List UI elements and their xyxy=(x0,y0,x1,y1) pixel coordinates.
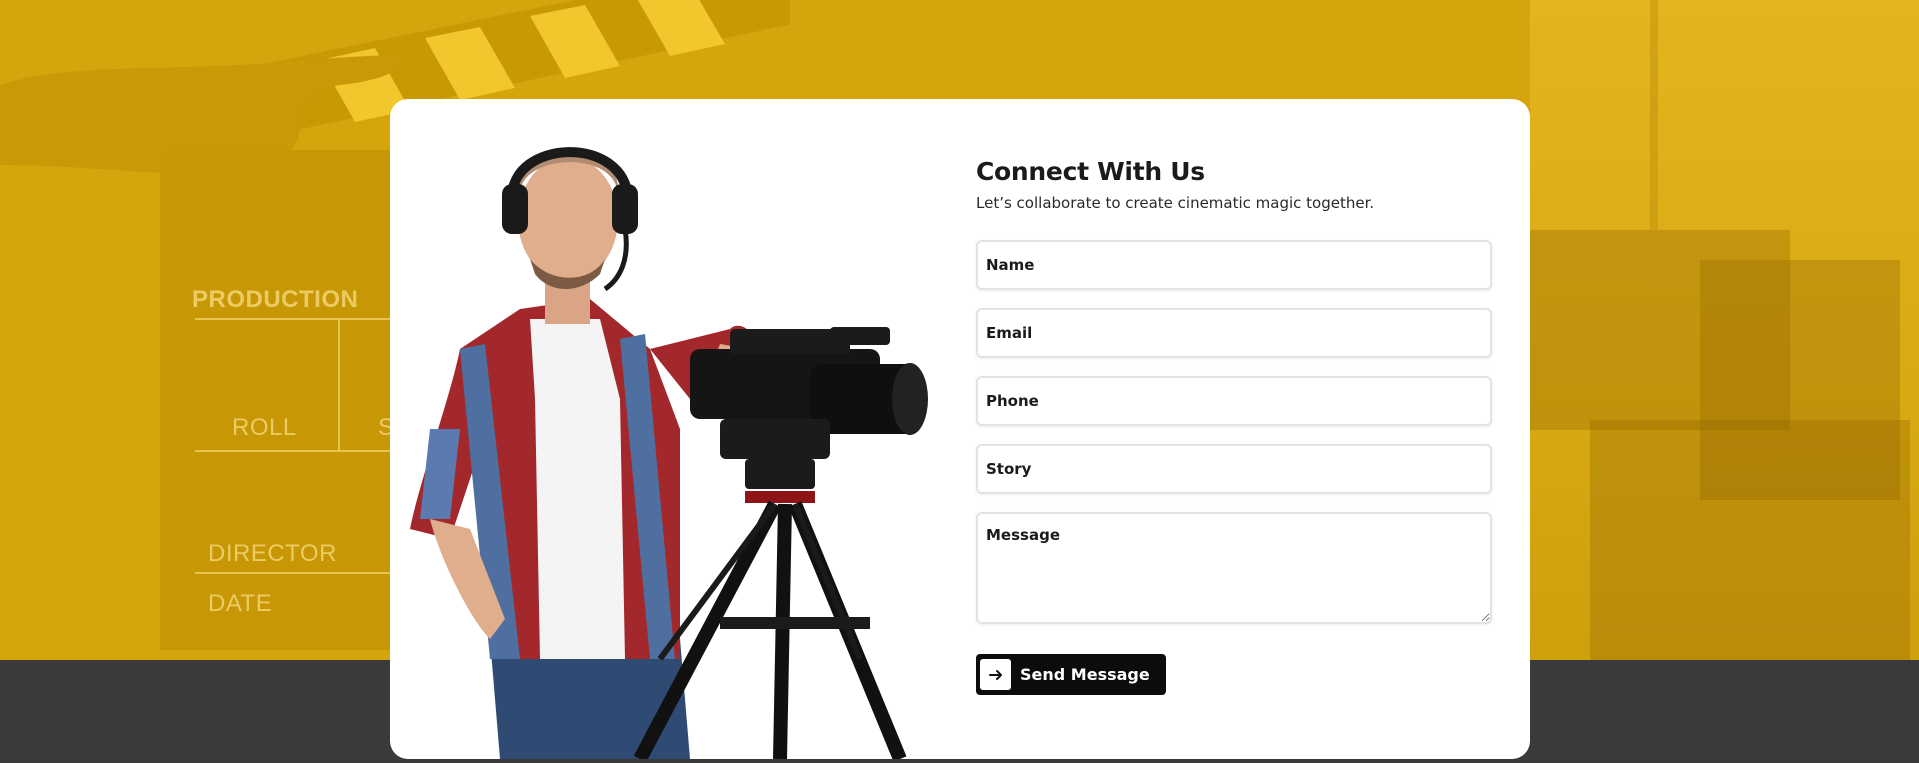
send-message-button[interactable]: Send Message xyxy=(976,654,1166,695)
phone-input[interactable] xyxy=(978,378,1490,424)
arrow-right-icon xyxy=(980,659,1011,690)
story-field[interactable] xyxy=(976,444,1492,494)
message-textarea[interactable] xyxy=(978,514,1490,622)
page-title: Connect With Us xyxy=(976,157,1205,186)
name-input[interactable] xyxy=(978,242,1490,288)
board-label-roll: ROLL xyxy=(232,414,297,441)
board-label-date: DATE xyxy=(208,590,273,617)
send-message-label: Send Message xyxy=(1020,665,1150,684)
phone-field[interactable] xyxy=(976,376,1492,426)
message-field[interactable] xyxy=(976,512,1492,624)
board-label-production: PRODUCTION xyxy=(192,286,359,313)
name-field[interactable] xyxy=(976,240,1492,290)
page-subtitle: Let’s collaborate to create cinematic ma… xyxy=(976,194,1375,212)
email-field[interactable] xyxy=(976,308,1492,358)
clapperboard: PRODUCTION ROLL S DIRECTOR DATE xyxy=(160,150,425,650)
contact-form: Connect With Us Let’s collaborate to cre… xyxy=(976,99,1506,695)
board-label-director: DIRECTOR xyxy=(208,540,337,567)
contact-card: Connect With Us Let’s collaborate to cre… xyxy=(390,99,1530,759)
email-input[interactable] xyxy=(978,310,1490,356)
story-input[interactable] xyxy=(978,446,1490,492)
cameraman-photo xyxy=(410,147,928,759)
set-lighting-photo xyxy=(1530,0,1919,660)
